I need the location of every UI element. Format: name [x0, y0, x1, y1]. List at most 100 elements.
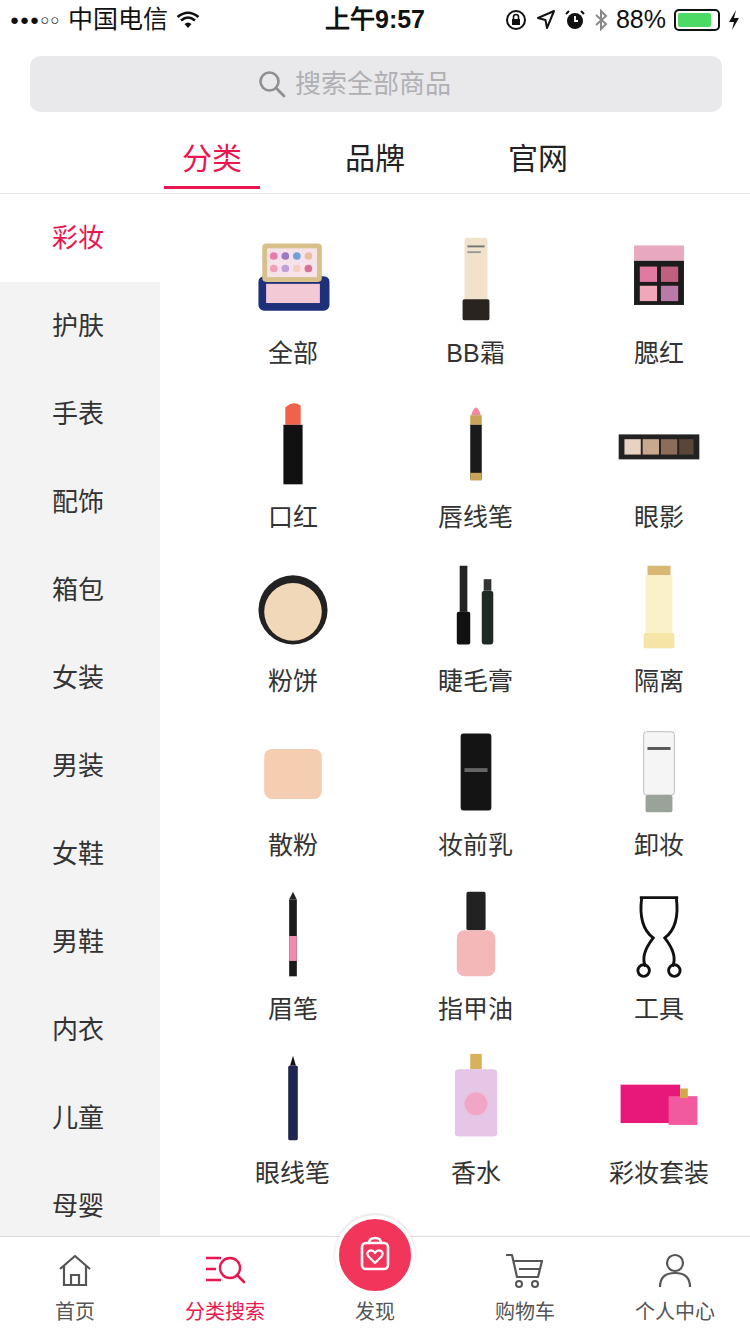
product-image[interactable]	[428, 232, 524, 328]
sidebar-item[interactable]: 儿童	[0, 1074, 160, 1162]
category-label: 散粉	[268, 828, 318, 862]
nav-item[interactable]: 发现	[300, 1237, 450, 1334]
nav-icon-slot	[653, 1248, 697, 1292]
category-label: 指甲油	[438, 992, 513, 1026]
content-area: 彩妆护肤手表配饰箱包女装男装女鞋男鞋内衣儿童母婴全部BB霜腮红口红唇线笔眼影粉饼…	[0, 194, 750, 1236]
sidebar-item[interactable]: 母婴	[0, 1162, 160, 1236]
product-image[interactable]	[428, 724, 524, 820]
category-label: 隔离	[634, 664, 684, 698]
product-image[interactable]	[245, 888, 341, 984]
product-image[interactable]	[428, 560, 524, 656]
sidebar-label: 彩妆	[52, 219, 104, 258]
sidebar-label: 男装	[52, 747, 104, 786]
category-item[interactable]: 粉饼	[201, 560, 384, 724]
alarm-icon	[564, 9, 586, 31]
category-label: BB霜	[446, 336, 504, 370]
product-image[interactable]	[428, 1052, 524, 1148]
product-image[interactable]	[428, 888, 524, 984]
sidebar: 彩妆护肤手表配饰箱包女装男装女鞋男鞋内衣儿童母婴	[0, 194, 160, 1236]
category-item[interactable]: 隔离	[567, 560, 750, 724]
product-image[interactable]	[611, 1052, 707, 1148]
product-image[interactable]	[611, 888, 707, 984]
sidebar-item[interactable]: 男装	[0, 722, 160, 810]
category-item[interactable]: 眼影	[567, 396, 750, 560]
sidebar-item[interactable]: 女鞋	[0, 810, 160, 898]
sidebar-item[interactable]: 男鞋	[0, 898, 160, 986]
tab[interactable]: 官网	[457, 112, 620, 193]
sidebar-item[interactable]: 箱包	[0, 546, 160, 634]
search-bar[interactable]	[30, 56, 722, 112]
sidebar-item[interactable]: 内衣	[0, 986, 160, 1074]
category-item[interactable]: 睫毛膏	[384, 560, 567, 724]
category-item[interactable]: 眼线笔	[201, 1052, 384, 1216]
sidebar-item[interactable]: 配饰	[0, 458, 160, 546]
product-image[interactable]	[245, 724, 341, 820]
sidebar-item[interactable]: 彩妆	[0, 194, 160, 282]
product-image[interactable]	[611, 396, 707, 492]
tab[interactable]: 分类	[131, 112, 294, 193]
category-item[interactable]: 指甲油	[384, 888, 567, 1052]
sidebar-label: 内衣	[52, 1011, 104, 1050]
category-item[interactable]: 彩妆套装	[567, 1052, 750, 1216]
sidebar-item[interactable]: 手表	[0, 370, 160, 458]
nav-item[interactable]: 个人中心	[600, 1237, 750, 1334]
nav-item[interactable]: 购物车	[450, 1237, 600, 1334]
status-center: 上午9:57	[325, 1, 425, 39]
category-item[interactable]: 散粉	[201, 724, 384, 888]
sidebar-label: 男鞋	[52, 923, 104, 962]
category-item[interactable]: 工具	[567, 888, 750, 1052]
status-right: 88%	[425, 1, 740, 39]
category-item[interactable]: 口红	[201, 396, 384, 560]
product-image[interactable]	[245, 396, 341, 492]
search-area	[0, 40, 750, 112]
category-label: 眼线笔	[255, 1156, 330, 1190]
category-item[interactable]: 唇线笔	[384, 396, 567, 560]
category-label: 腮红	[634, 336, 684, 370]
search-icon	[257, 69, 287, 99]
discover-button[interactable]	[335, 1215, 415, 1295]
sidebar-label: 女装	[52, 659, 104, 698]
tab-label: 官网	[490, 144, 586, 189]
nav-label: 首页	[55, 1298, 95, 1326]
product-image[interactable]	[245, 560, 341, 656]
category-item[interactable]: 腮红	[567, 232, 750, 396]
category-item[interactable]: 妆前乳	[384, 724, 567, 888]
product-image[interactable]	[245, 1052, 341, 1148]
category-search-icon	[203, 1250, 247, 1290]
category-item[interactable]: 眉笔	[201, 888, 384, 1052]
cart-icon	[504, 1250, 546, 1290]
nav-item[interactable]: 首页	[0, 1237, 150, 1334]
signal-strength: ●●●○○	[10, 9, 60, 32]
product-image[interactable]	[611, 724, 707, 820]
category-label: 工具	[634, 992, 684, 1026]
category-item[interactable]: 香水	[384, 1052, 567, 1216]
sidebar-item[interactable]: 女装	[0, 634, 160, 722]
category-label: 卸妆	[634, 828, 684, 862]
category-label: 眉笔	[268, 992, 318, 1026]
product-image[interactable]	[611, 232, 707, 328]
sidebar-item[interactable]: 护肤	[0, 282, 160, 370]
product-image[interactable]	[611, 560, 707, 656]
sidebar-label: 女鞋	[52, 835, 104, 874]
product-image[interactable]	[428, 396, 524, 492]
tab-label: 品牌	[327, 144, 423, 189]
battery-fill	[678, 13, 711, 27]
sidebar-label: 手表	[52, 395, 104, 434]
tab[interactable]: 品牌	[294, 112, 457, 193]
category-label: 唇线笔	[438, 500, 513, 534]
sidebar-label: 母婴	[52, 1187, 104, 1226]
charging-icon	[728, 9, 740, 31]
product-image[interactable]	[245, 232, 341, 328]
nav-icon-slot	[503, 1248, 547, 1292]
sidebar-label: 配饰	[52, 483, 104, 522]
home-icon	[55, 1250, 95, 1290]
category-item[interactable]: 全部	[201, 232, 384, 396]
category-item[interactable]: 卸妆	[567, 724, 750, 888]
category-label: 睫毛膏	[438, 664, 513, 698]
search-input[interactable]	[295, 65, 495, 104]
person-icon	[655, 1250, 695, 1290]
category-item[interactable]: BB霜	[384, 232, 567, 396]
nav-item[interactable]: 分类搜索	[150, 1237, 300, 1334]
battery-icon	[674, 9, 720, 31]
nav-label: 购物车	[495, 1298, 555, 1326]
